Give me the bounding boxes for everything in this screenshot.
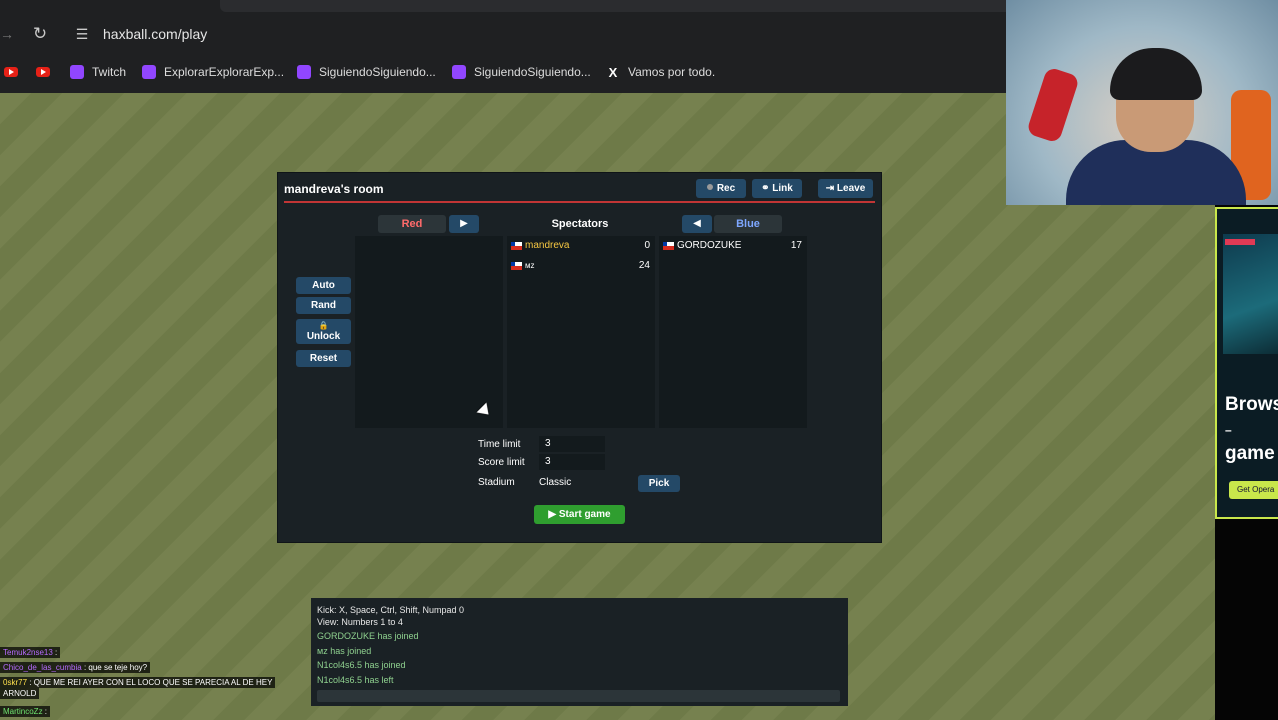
player-name: GORDOZUKE: [677, 240, 742, 251]
bookmark-youtube-2[interactable]: [36, 60, 50, 84]
play-icon: ▶: [548, 509, 559, 520]
leave-icon: ⇥: [825, 183, 837, 194]
ad-accent: [1225, 239, 1255, 245]
chile-flag-icon: [663, 242, 674, 250]
player-name: мz: [525, 261, 535, 270]
ad-headline: Brows – game: [1225, 394, 1278, 464]
chat-line: View: Numbers 1 to 4: [317, 617, 403, 627]
player-name: mandreva: [525, 240, 570, 251]
tab-strip: [220, 0, 1006, 12]
auto-button[interactable]: Auto: [296, 277, 351, 294]
x-icon: X: [608, 64, 618, 80]
chat-line: N1col4s6.5 has joined: [317, 660, 406, 670]
chile-flag-icon: [511, 242, 522, 250]
bookmark-youtube-1[interactable]: [4, 60, 18, 84]
webcam-microphone: [1026, 66, 1080, 144]
time-limit-label: Time limit: [478, 439, 521, 450]
score-limit-label: Score limit: [478, 457, 525, 468]
ad-cta-button[interactable]: Get Opera: [1229, 481, 1278, 499]
forward-icon[interactable]: →: [0, 24, 14, 44]
team-blue-header[interactable]: Blue: [714, 215, 782, 233]
chat-line: GORDOZUKE has joined: [317, 631, 419, 641]
player-row[interactable]: GORDOZUKE 17: [659, 236, 807, 256]
player-score: 24: [638, 260, 650, 271]
spectators-list[interactable]: mandreva 0 мz 24: [507, 236, 655, 428]
rec-button[interactable]: Rec: [696, 179, 746, 198]
blue-team-list[interactable]: GORDOZUKE 17: [659, 236, 807, 428]
move-to-red-button[interactable]: ▶: [449, 215, 479, 233]
red-team-list[interactable]: [355, 236, 503, 428]
stream-chat-message: 0skr77 : QUE ME REI AYER CON EL LOCO QUE…: [0, 677, 276, 688]
browser-chrome: → ↻ ☰ haxball.com/play Twitch ExplorarEx…: [0, 0, 1006, 93]
site-settings-icon[interactable]: ☰: [73, 25, 91, 43]
reset-button[interactable]: Reset: [296, 350, 351, 367]
chat-line: N1col4s6.5 has left: [317, 675, 394, 685]
link-button[interactable]: ⚭ Link: [752, 179, 802, 198]
webcam-overlay: [1006, 0, 1278, 205]
youtube-icon: [4, 67, 18, 77]
stream-chat-message: Chico_de_las_cumbia : que se teje hoy?: [0, 662, 151, 673]
player-score: 0: [644, 240, 650, 251]
bookmark-siguiendo-2[interactable]: SiguiendoSiguiendo...: [452, 60, 591, 84]
bookmarks-bar: Twitch ExplorarExplorarExp... SiguiendoS…: [0, 60, 1006, 84]
move-to-blue-button[interactable]: ◀: [682, 215, 712, 233]
bookmark-x[interactable]: X Vamos por todo.: [606, 60, 716, 84]
spectators-header[interactable]: Spectators: [536, 215, 624, 233]
stream-chat-message: ARNOLD: [0, 688, 40, 699]
bookmark-siguiendo-1[interactable]: SiguiendoSiguiendo...: [297, 60, 436, 84]
ad-card[interactable]: Brows – game Get Opera: [1215, 207, 1278, 519]
time-limit-select[interactable]: 3: [539, 436, 605, 452]
chile-flag-icon: [511, 262, 522, 270]
chat-input[interactable]: [317, 690, 840, 702]
lock-icon: 🔒: [318, 321, 329, 330]
twitch-icon: [297, 65, 311, 79]
player-row[interactable]: мz 24: [507, 256, 655, 276]
bookmark-twitch[interactable]: Twitch: [70, 60, 126, 84]
stadium-value: Classic: [539, 477, 572, 488]
webcam-person-hair: [1110, 48, 1202, 100]
twitch-icon: [452, 65, 466, 79]
twitch-icon: [142, 65, 156, 79]
link-icon: ⚭: [761, 183, 773, 194]
game-chat: Kick: X, Space, Ctrl, Shift, Numpad 0 Vi…: [311, 598, 848, 706]
room-title: mandreva's room: [284, 182, 384, 196]
room-panel: mandreva's room Rec ⚭ Link ⇥ Leave Red ▶…: [277, 172, 882, 543]
chat-line: мz has joined: [317, 646, 372, 656]
chat-line: Kick: X, Space, Ctrl, Shift, Numpad 0: [317, 605, 465, 615]
stadium-label: Stadium: [478, 477, 515, 488]
stream-chat-message: MartincoZz :: [0, 706, 51, 717]
team-red-header[interactable]: Red: [378, 215, 446, 233]
bookmark-explorar[interactable]: ExplorarExplorarExp...: [142, 60, 284, 84]
stream-chat-message: Temuk2nse13 :: [0, 647, 61, 658]
player-score: 17: [790, 240, 802, 251]
score-limit-select[interactable]: 3: [539, 454, 605, 470]
ad-image: [1223, 234, 1278, 354]
start-game-button[interactable]: ▶ Start game: [534, 505, 625, 524]
pick-stadium-button[interactable]: Pick: [638, 475, 680, 492]
back-arrow-icon: ◀: [693, 218, 701, 229]
play-arrow-icon: ▶: [460, 218, 468, 229]
room-header: mandreva's room Rec ⚭ Link ⇥ Leave: [284, 173, 875, 203]
address-bar[interactable]: haxball.com/play: [103, 26, 207, 42]
rand-button[interactable]: Rand: [296, 297, 351, 314]
leave-button[interactable]: ⇥ Leave: [818, 179, 873, 198]
player-row[interactable]: mandreva 0: [507, 236, 655, 256]
twitch-icon: [70, 65, 84, 79]
reload-icon[interactable]: ↻: [30, 24, 50, 44]
record-icon: [706, 184, 713, 191]
youtube-icon: [36, 67, 50, 77]
unlock-button[interactable]: 🔒 Unlock: [296, 319, 351, 344]
